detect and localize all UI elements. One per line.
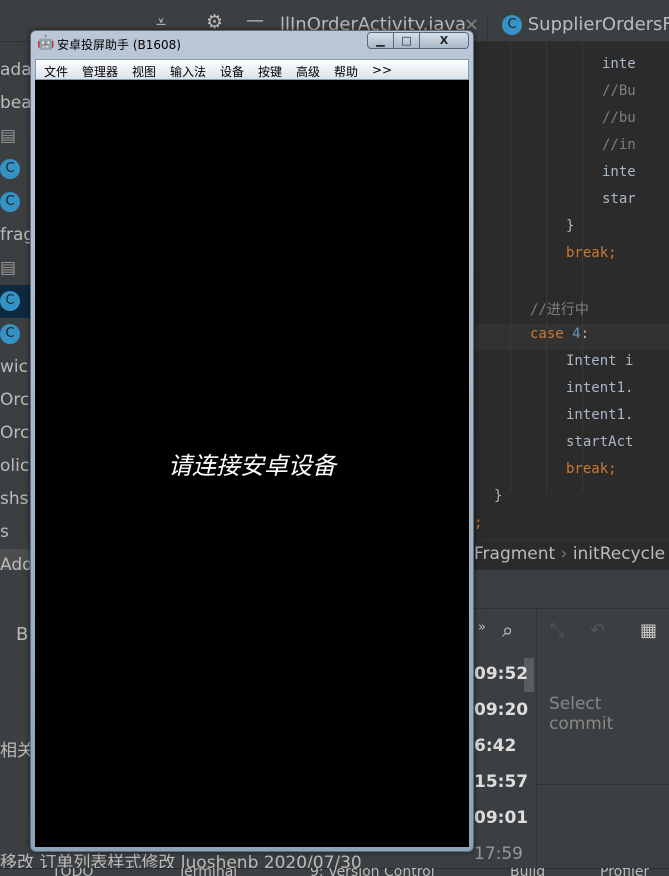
code-line: case 4:: [530, 326, 590, 342]
class-icon: C: [502, 15, 522, 35]
code-line: break;: [566, 461, 617, 477]
window-title: 安卓投屏助手 (B1608): [57, 38, 181, 52]
more-icon[interactable]: »: [478, 620, 486, 635]
menu-item[interactable]: 视图: [132, 63, 156, 80]
tool-window-bar: TODO Terminal 9: Version Control Build Profi…: [0, 868, 669, 876]
project-tree: adabea▤CCfrag▤CCwicOrcOrcolicyshssAddcal: [0, 42, 32, 652]
code-editor[interactable]: inte //Bu //bu //in inte star} break; //进行中 case…: [474, 42, 669, 540]
menu-item[interactable]: 设备: [220, 63, 244, 80]
close-button[interactable]: X: [419, 32, 469, 49]
tree-item[interactable]: wic: [0, 351, 32, 384]
code-line: //in: [602, 137, 636, 153]
commit-message: 相关: [0, 741, 34, 761]
revert-icon: ↶: [590, 620, 606, 641]
code-line: inte: [602, 56, 636, 72]
code-line: intent1.: [566, 380, 634, 396]
code-line: ;: [474, 515, 483, 531]
tree-item[interactable]: bea: [0, 87, 32, 120]
layout-icon[interactable]: ▦: [640, 620, 657, 641]
menu-bar: 文件 管理器 视图 输入法 设备 按键 高级 帮助 >>: [35, 59, 469, 80]
tool-window-button[interactable]: Profiler: [600, 868, 649, 876]
tree-item[interactable]: frag: [0, 219, 32, 252]
class-icon: C: [0, 192, 20, 212]
code-line: startAct: [566, 434, 634, 450]
code-line: break;: [566, 245, 617, 261]
search-icon[interactable]: ⌕: [502, 618, 513, 642]
menu-item[interactable]: 输入法: [170, 63, 206, 80]
tree-item[interactable]: C: [0, 285, 32, 318]
breadcrumb-item[interactable]: initRecycle: [573, 544, 665, 564]
tree-item[interactable]: s: [0, 516, 32, 549]
tree-item[interactable]: ▤: [0, 252, 32, 285]
code-line: //bu: [602, 110, 636, 126]
commit-time[interactable]: 17:59: [474, 844, 523, 864]
breadcrumb: Fragment › initRecycle: [474, 540, 669, 570]
commit-time[interactable]: 6:42: [474, 736, 516, 756]
branch-filter[interactable]: B: [16, 624, 28, 645]
connect-device-message: 请连接安卓设备: [168, 452, 336, 480]
code-line: }: [494, 488, 503, 504]
code-line: star: [602, 191, 636, 207]
code-line: //进行中: [530, 302, 589, 318]
file-icon: ▤: [0, 258, 17, 278]
tool-window-button[interactable]: 9: Version Control: [310, 868, 435, 876]
code-line: Intent i: [566, 353, 634, 369]
details-placeholder: Select commit: [549, 694, 614, 734]
cherry-pick-icon: ⤡: [550, 620, 565, 641]
tab-label: SupplierOrdersFr: [527, 14, 669, 35]
tab-supplier-orders[interactable]: C SupplierOrdersFr: [502, 14, 669, 42]
code-line: //Bu: [602, 83, 636, 99]
tree-item[interactable]: ▤: [0, 120, 32, 153]
commit-time[interactable]: 09:20: [474, 700, 528, 720]
code-line: }: [566, 218, 575, 234]
tool-window-button[interactable]: TODO: [52, 868, 93, 876]
tool-window-button[interactable]: Terminal: [178, 868, 237, 876]
commit-time[interactable]: 09:52: [474, 664, 528, 684]
menu-item[interactable]: 文件: [44, 63, 68, 80]
commit-time[interactable]: 15:57: [474, 772, 528, 792]
device-screen[interactable]: 请连接安卓设备: [35, 80, 469, 847]
file-icon: ▤: [0, 126, 17, 146]
menu-item[interactable]: 管理器: [82, 63, 118, 80]
class-icon: C: [0, 324, 20, 344]
breadcrumb-item[interactable]: Fragment: [474, 544, 555, 564]
menu-item[interactable]: 帮助: [334, 63, 358, 80]
tree-item[interactable]: ada: [0, 54, 32, 87]
tree-item[interactable]: olicy: [0, 450, 32, 483]
menu-item[interactable]: >>: [372, 63, 392, 77]
minimize-button[interactable]: ▁: [367, 32, 394, 49]
tree-item[interactable]: Orc: [0, 417, 32, 450]
menu-item[interactable]: 按键: [258, 63, 282, 80]
class-icon: C: [0, 159, 20, 179]
commit-time[interactable]: 09:01: [474, 808, 528, 828]
menu-item[interactable]: 高级: [296, 63, 320, 80]
maximize-button[interactable]: □: [393, 32, 420, 49]
vcs-log-panel: » ⌕ ⤡ ↶ ▦ Select commit 09:52 09:20 6:42 15…: [474, 570, 669, 868]
tree-item[interactable]: shs: [0, 483, 32, 516]
emulator-window: 🤖 安卓投屏助手 (B1608) ▁ □ X 文件 管理器 视图 输入法 设备 按键 高级帮…: [30, 30, 474, 852]
code-line: inte: [602, 164, 636, 180]
code-line: intent1.: [566, 407, 634, 423]
android-icon: 🤖: [37, 35, 55, 51]
tree-item[interactable]: Orc: [0, 384, 32, 417]
tool-window-button[interactable]: Build: [510, 868, 545, 876]
tree-item[interactable]: C: [0, 318, 32, 351]
tree-item[interactable]: C: [0, 186, 32, 219]
class-icon: C: [0, 291, 20, 311]
hide-icon[interactable]: —: [246, 10, 264, 31]
tree-item[interactable]: C: [0, 153, 32, 186]
